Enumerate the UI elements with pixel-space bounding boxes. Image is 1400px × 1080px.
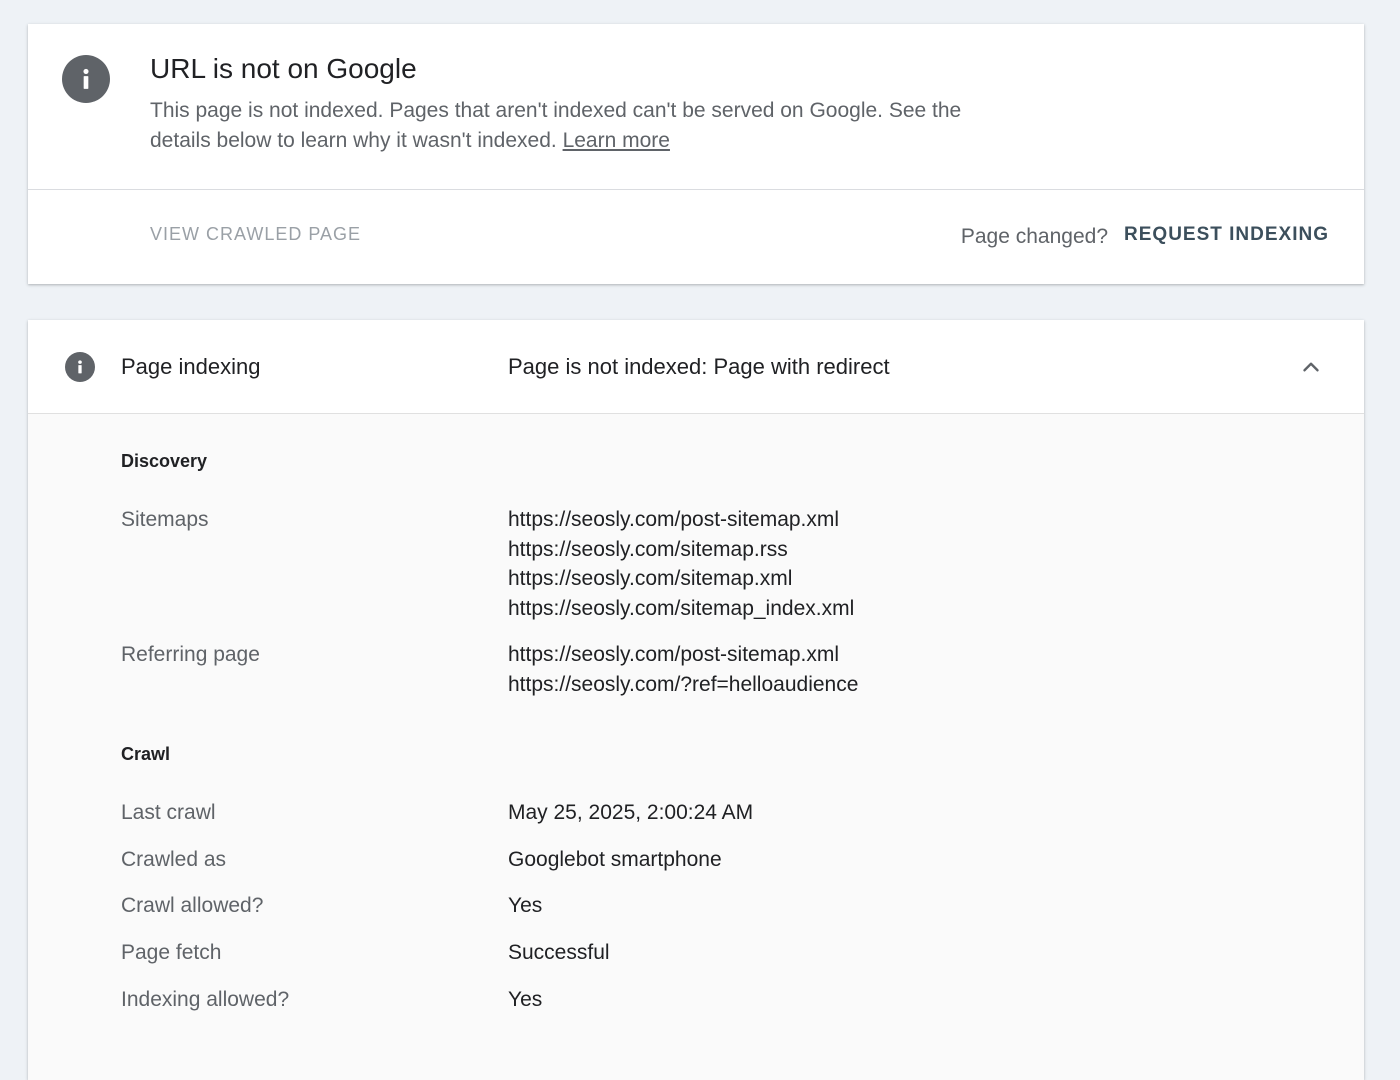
page-indexing-status: Page is not indexed: Page with redirect [508,354,890,379]
last-crawl-value: May 25, 2025, 2:00:24 AM [508,801,754,824]
page-fetch-label: Page fetch [121,941,222,964]
page-indexing-card: Page indexing Page is not indexed: Page … [28,320,1364,1080]
crawl-allowed-label: Crawl allowed? [121,894,264,917]
sitemaps-label: Sitemaps [121,508,209,531]
page-changed-text: Page changed? [960,225,1108,248]
sitemap-url: https://seosly.com/post-sitemap.xml [508,508,840,531]
referring-page-list: https://seosly.com/post-sitemap.xml http… [508,640,858,699]
crawl-allowed-value: Yes [508,894,543,917]
url-status-card: URL is not on Google This page is not in… [28,24,1364,284]
last-crawl-label: Last crawl [121,801,216,824]
chevron-up-icon[interactable] [1298,354,1324,380]
crawled-as-label: Crawled as [121,848,227,871]
status-description-text: This page is not indexed. Pages that are… [150,99,962,152]
sitemap-url: https://seosly.com/sitemap.xml [508,567,793,590]
info-glyph [78,360,82,374]
sitemaps-list: https://seosly.com/post-sitemap.xml http… [508,505,854,623]
info-icon [62,55,110,103]
indexing-allowed-value: Yes [508,988,543,1011]
page-fetch-value: Successful [508,941,610,964]
status-title: URL is not on Google [150,53,417,84]
view-crawled-page-button[interactable]: VIEW CRAWLED PAGE [150,224,361,245]
card-divider [28,189,1364,190]
info-glyph [83,68,89,89]
info-icon [65,352,95,382]
sitemap-url: https://seosly.com/sitemap.rss [508,537,788,561]
sitemap-url: https://seosly.com/sitemap_index.xml [508,596,855,620]
referring-url: https://seosly.com/?ref=helloaudience [508,672,859,696]
status-description: This page is not indexed. Pages that are… [150,96,1010,156]
referring-page-label: Referring page [121,643,260,666]
crawl-section-title: Crawl [121,744,171,764]
page-indexing-details: Discovery Sitemaps https://seosly.com/po… [28,414,1364,1080]
page-indexing-header[interactable]: Page indexing Page is not indexed: Page … [28,320,1364,414]
learn-more-link[interactable]: Learn more [563,129,670,152]
discovery-section-title: Discovery [121,451,208,471]
crawled-as-value: Googlebot smartphone [508,848,722,871]
request-indexing-button[interactable]: REQUEST INDEXING [1124,224,1329,246]
page-indexing-label: Page indexing [121,354,261,379]
indexing-allowed-label: Indexing allowed? [121,988,290,1011]
referring-url: https://seosly.com/post-sitemap.xml [508,643,840,666]
